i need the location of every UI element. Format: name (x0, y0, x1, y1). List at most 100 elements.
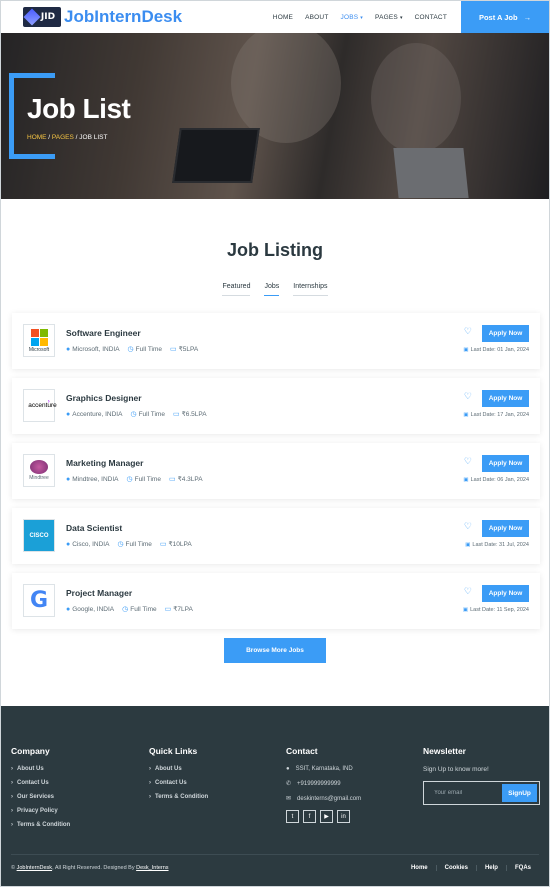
contact-email: ✉ deskinterns@gmail.com (286, 796, 362, 802)
footer-bottom-faqs[interactable]: FQAs (505, 865, 539, 871)
heart-icon[interactable]: ♡ (464, 391, 472, 402)
company-logo-text: Mindtree (29, 475, 49, 481)
calendar-icon: ▣ (463, 347, 469, 353)
chevron-right-icon: › (149, 794, 151, 800)
job-title[interactable]: Data Scientist (66, 523, 122, 533)
footer-link-terms[interactable]: › Terms & Condition (149, 794, 208, 800)
tab-internships[interactable]: Internships (293, 283, 328, 296)
job-salary: ₹6.5LPA (181, 411, 207, 418)
heart-icon[interactable]: ♡ (464, 456, 472, 467)
chevron-down-icon: ▾ (360, 14, 364, 21)
location-pin-icon: ● (66, 605, 71, 613)
job-salary: ₹10LPA (168, 541, 192, 548)
job-meta: ● Cisco, INDIA ◷ Full Time ▭ ₹10LPA (66, 540, 192, 549)
menu-item-contact[interactable]: CONTACT (415, 14, 447, 21)
copyright-brand-link[interactable]: JobInternDesk (17, 865, 52, 871)
breadcrumb-home[interactable]: HOME (27, 134, 47, 141)
menu-item-jobs[interactable]: JOBS ▾ (341, 14, 364, 21)
footer-link-contact[interactable]: › Contact Us (149, 780, 208, 786)
social-links: t f ▶ in (286, 810, 361, 823)
footer-link-about[interactable]: › About Us (11, 766, 70, 772)
twitter-icon[interactable]: t (286, 810, 299, 823)
newsletter-email-input[interactable] (426, 790, 502, 796)
clock-icon: ◷ (126, 476, 133, 483)
job-salary: ₹5LPA (178, 346, 199, 353)
clock-icon: ◷ (117, 541, 124, 548)
designer-link[interactable]: Desk_Interns (136, 865, 168, 871)
job-deadline: ▣ Last Date: 17 Jan, 2024 (463, 412, 529, 418)
job-deadline: ▣ Last Date: 31 Jul, 2024 (465, 542, 529, 548)
job-list: Microsoft Software Engineer ● Microsoft, … (12, 313, 540, 629)
job-deadline: ▣ Last Date: 01 Jan, 2024 (463, 347, 529, 353)
cisco-logo-icon: CISCO (23, 519, 55, 552)
footer-bottom-help[interactable]: Help (475, 865, 506, 871)
menu-item-pages[interactable]: PAGES ▾ (375, 14, 403, 21)
chevron-right-icon: › (11, 822, 13, 828)
heart-icon[interactable]: ♡ (464, 326, 472, 337)
youtube-icon[interactable]: ▶ (320, 810, 333, 823)
footer-link-about[interactable]: › About Us (149, 766, 208, 772)
job-salary: ₹7LPA (173, 606, 193, 613)
job-meta: ● Google, INDIA ◷ Full Time ▭ ₹7LPA (66, 605, 193, 614)
job-card: Mindtree Marketing Manager ● Mindtree, IN… (12, 443, 540, 499)
footer-bottom-home[interactable]: Home (403, 865, 436, 871)
page-title: Job List (27, 93, 131, 124)
footer-link-privacy[interactable]: › Privacy Policy (11, 808, 70, 814)
heart-icon[interactable]: ♡ (464, 521, 472, 532)
tab-featured[interactable]: Featured (222, 283, 251, 296)
menu-item-home[interactable]: HOME (273, 14, 293, 21)
job-title[interactable]: Graphics Designer (66, 393, 142, 403)
copyright: © JobInternDesk, All Right Reserved. Des… (11, 865, 169, 871)
location-pin-icon: ● (286, 766, 290, 772)
footer-link-contact[interactable]: › Contact Us (11, 780, 70, 786)
menu-item-about[interactable]: ABOUT (305, 14, 328, 21)
tab-jobs[interactable]: Jobs (264, 283, 280, 296)
job-card: Microsoft Software Engineer ● Microsoft, … (12, 313, 540, 369)
breadcrumb-pages[interactable]: PAGES (52, 134, 74, 141)
job-card: accenture › Graphics Designer ● Accenture,… (12, 378, 540, 434)
apply-now-button[interactable]: Apply Now (482, 585, 529, 602)
apply-now-button[interactable]: Apply Now (482, 325, 529, 342)
brand[interactable]: JID JobInternDesk (23, 7, 182, 27)
job-company: Cisco, INDIA (72, 540, 110, 548)
clock-icon: ◷ (122, 606, 129, 613)
microsoft-logo-icon: Microsoft (23, 324, 55, 357)
chevron-right-icon: › (149, 766, 151, 772)
job-title[interactable]: Marketing Manager (66, 458, 143, 468)
footer-heading: Company (11, 746, 50, 756)
browse-more-jobs-button[interactable]: Browse More Jobs (224, 638, 326, 663)
newsletter-form: SignUp (423, 781, 540, 805)
footer-heading: Quick Links (149, 746, 198, 756)
brand-name[interactable]: JobInternDesk (64, 7, 182, 27)
footer-bottom-cookies[interactable]: Cookies (435, 865, 476, 871)
chevron-right-icon: › (11, 794, 13, 800)
money-icon: ▭ (168, 476, 176, 483)
money-icon: ▭ (164, 606, 172, 613)
footer-heading: Newsletter (423, 746, 466, 756)
job-title[interactable]: Project Manager (66, 588, 132, 598)
job-deadline: ▣ Last Date: 06 Jan, 2024 (463, 477, 529, 483)
footer-quick-links: Quick Links › About Us › Contact Us › Terms… (149, 746, 208, 808)
chevron-right-icon: › (11, 808, 13, 814)
apply-now-button[interactable]: Apply Now (482, 455, 529, 472)
arrow-right-icon: → (523, 12, 532, 22)
post-job-button[interactable]: Post A Job → (461, 1, 549, 33)
mindtree-logo-icon: Mindtree (23, 454, 55, 487)
apply-now-button[interactable]: Apply Now (482, 520, 529, 537)
newsletter-text: Sign Up to know more! (423, 766, 489, 773)
footer-link-terms[interactable]: › Terms & Condition (11, 822, 70, 828)
footer-link-services[interactable]: › Our Services (11, 794, 70, 800)
heart-icon[interactable]: ♡ (464, 586, 472, 597)
apply-now-button[interactable]: Apply Now (482, 390, 529, 407)
job-type: Full Time (138, 411, 165, 418)
job-type: Full Time (125, 541, 152, 548)
contact-address: ● SSIT, Karnataka, IND (286, 766, 353, 772)
listing-tabs: Featured Jobs Internships (1, 283, 549, 296)
contact-phone: ✆ +919999999999 (286, 781, 341, 787)
location-pin-icon: ● (66, 540, 71, 548)
calendar-icon: ▣ (462, 607, 469, 613)
job-title[interactable]: Software Engineer (66, 328, 141, 338)
facebook-icon[interactable]: f (303, 810, 316, 823)
linkedin-icon[interactable]: in (337, 810, 350, 823)
signup-button[interactable]: SignUp (502, 784, 537, 802)
